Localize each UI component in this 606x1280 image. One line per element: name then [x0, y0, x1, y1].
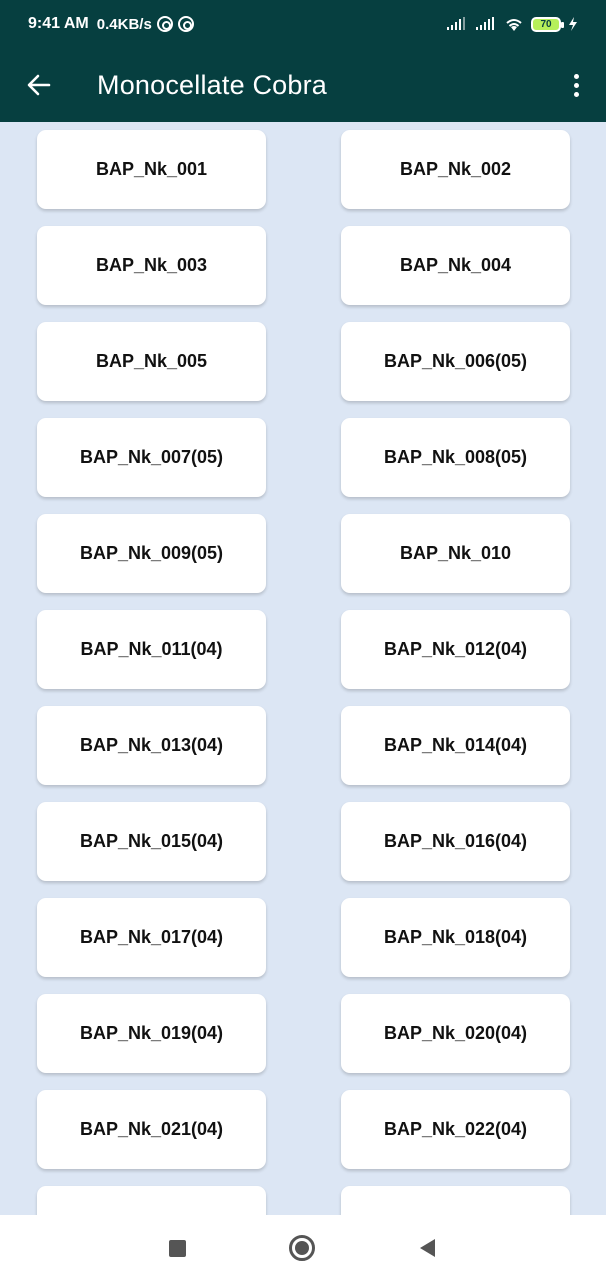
system-nav-bar: [0, 1215, 606, 1280]
item-card[interactable]: BAP_Nk_018(04): [341, 898, 570, 977]
item-card[interactable]: BAP_Nk_004: [341, 226, 570, 305]
item-card[interactable]: BAP_Nk_002: [341, 130, 570, 209]
item-card[interactable]: BAP_Nk_006(05): [341, 322, 570, 401]
vpn-icon: [156, 16, 173, 32]
item-card[interactable]: BAP_Nk_005: [37, 322, 266, 401]
item-card[interactable]: [37, 1186, 266, 1215]
triangle-back-icon: [419, 1239, 435, 1257]
network-speed: 0.4KB/s: [96, 15, 152, 33]
system-back-button[interactable]: [414, 1235, 440, 1261]
item-card[interactable]: BAP_Nk_022(04): [341, 1090, 570, 1169]
home-button[interactable]: [289, 1235, 315, 1261]
more-vertical-icon: [573, 73, 579, 79]
item-card[interactable]: BAP_Nk_009(05): [37, 514, 266, 593]
signal-icon-2: [476, 17, 494, 30]
back-button[interactable]: [0, 48, 78, 122]
arrow-left-icon: [27, 74, 51, 96]
item-card[interactable]: BAP_Nk_008(05): [341, 418, 570, 497]
item-grid: BAP_Nk_001 BAP_Nk_002 BAP_Nk_003 BAP_Nk_004…: [37, 130, 570, 1215]
item-card[interactable]: BAP_Nk_007(05): [37, 418, 266, 497]
item-card[interactable]: BAP_Nk_001: [37, 130, 266, 209]
page-title: Monocellate Cobra: [97, 69, 328, 100]
more-options-button[interactable]: [546, 48, 606, 122]
item-card[interactable]: BAP_Nk_010: [341, 514, 570, 593]
item-card[interactable]: BAP_Nk_014(04): [341, 706, 570, 785]
item-card[interactable]: BAP_Nk_016(04): [341, 802, 570, 881]
item-card[interactable]: BAP_Nk_011(04): [37, 610, 266, 689]
item-card[interactable]: [341, 1186, 570, 1215]
item-card[interactable]: BAP_Nk_012(04): [341, 610, 570, 689]
item-card[interactable]: BAP_Nk_015(04): [37, 802, 266, 881]
circle-icon: [289, 1235, 315, 1261]
sync-icon: [177, 16, 194, 32]
item-list[interactable]: BAP_Nk_001 BAP_Nk_002 BAP_Nk_003 BAP_Nk_004…: [0, 122, 606, 1215]
item-card[interactable]: BAP_Nk_020(04): [341, 994, 570, 1073]
item-card[interactable]: BAP_Nk_013(04): [37, 706, 266, 785]
battery-icon: 70: [531, 16, 564, 32]
charging-icon: [569, 17, 577, 31]
item-card[interactable]: BAP_Nk_021(04): [37, 1090, 266, 1169]
item-card[interactable]: BAP_Nk_019(04): [37, 994, 266, 1073]
square-icon: [168, 1239, 186, 1257]
status-time: 9:41 AM: [28, 15, 89, 32]
app-bar: Monocellate Cobra: [0, 48, 606, 122]
wifi-icon: [506, 19, 522, 31]
item-card[interactable]: BAP_Nk_003: [37, 226, 266, 305]
item-card[interactable]: BAP_Nk_017(04): [37, 898, 266, 977]
status-bar: 9:41 AM 0.4KB/s 70: [0, 0, 606, 48]
recents-button[interactable]: [164, 1235, 190, 1261]
signal-icon: [447, 17, 465, 30]
